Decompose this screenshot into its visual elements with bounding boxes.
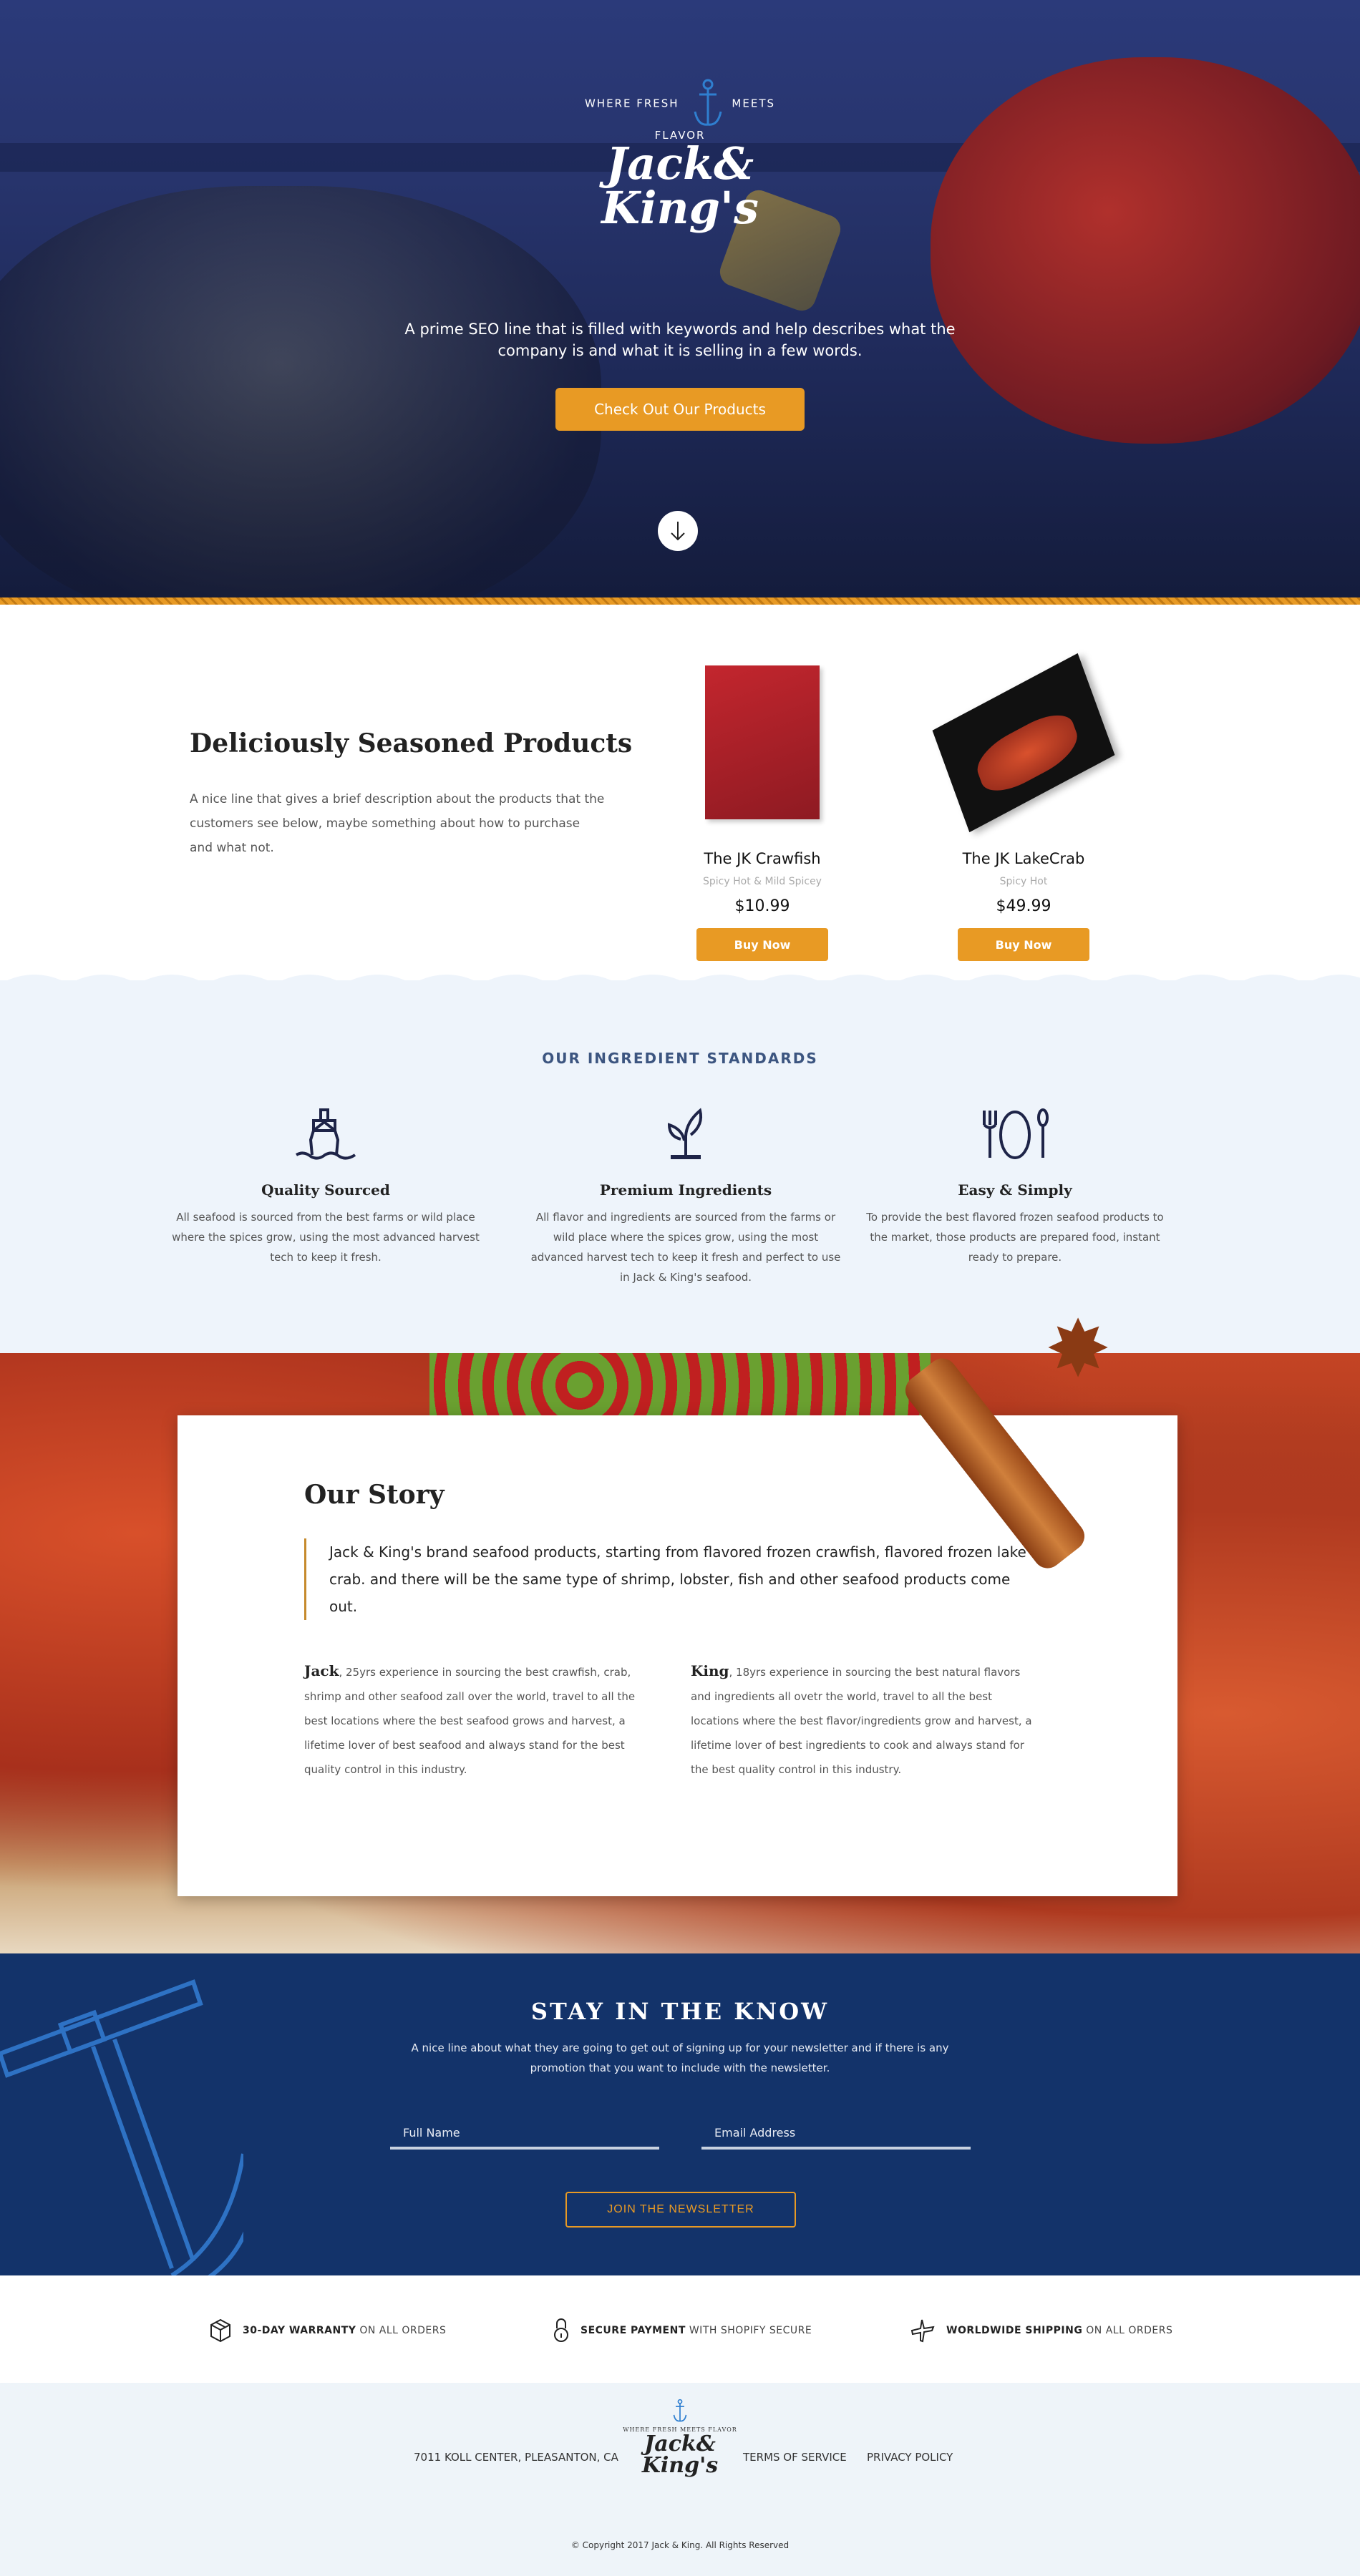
- bio-text: , 25yrs experience in sourcing the best …: [304, 1666, 636, 1776]
- arrow-down-icon: [671, 522, 685, 541]
- standard-text: All seafood is sourced from the best far…: [172, 1211, 480, 1264]
- ship-icon: [295, 1108, 356, 1160]
- scroll-down-button[interactable]: [658, 511, 698, 551]
- bio-jack: Jack, 25yrs experience in sourcing the b…: [304, 1659, 648, 1782]
- product-image-lakecrab[interactable]: [932, 653, 1115, 832]
- bio-name: King: [691, 1662, 729, 1679]
- hero-background-net: [0, 186, 601, 597]
- sprout-icon: [667, 1108, 703, 1159]
- feature-secure-payment: SECURE PAYMENT WITH SHOPIFY SECURE: [553, 2318, 812, 2343]
- product-image-crawfish[interactable]: [705, 665, 820, 819]
- product-name[interactable]: The JK LakeCrab: [916, 850, 1131, 867]
- dining-icon: [983, 1108, 1049, 1159]
- standard-premium-ingredients: Premium Ingredients All flavor and ingre…: [528, 1108, 843, 1287]
- standard-title: Easy & Simply: [958, 1181, 1072, 1199]
- newsletter-description: A nice line about what they are going to…: [411, 2041, 949, 2074]
- standard-text: All flavor and ingredients are sourced f…: [530, 1211, 841, 1284]
- plane-icon: [910, 2319, 935, 2343]
- story-quote: Jack & King's brand seafood products, st…: [304, 1538, 1034, 1620]
- bio-text: , 18yrs experience in sourcing the best …: [691, 1666, 1032, 1776]
- copyright: © Copyright 2017 Jack & King. All Rights…: [570, 2540, 790, 2550]
- feature-bold: 30-DAY WARRANTY: [243, 2325, 356, 2336]
- logo-arc-left: WHERE FRESH: [584, 97, 679, 110]
- standards-heading: OUR INGREDIENT STANDARDS: [542, 1050, 818, 1067]
- feature-text: ON ALL ORDERS: [356, 2325, 447, 2336]
- full-name-input[interactable]: [390, 2118, 659, 2150]
- rope-divider: [0, 597, 1360, 605]
- star-anise-icon: ✸: [1045, 1303, 1112, 1395]
- standard-title: Premium Ingredients: [599, 1181, 772, 1199]
- hero-tagline: A prime SEO line that is filled with key…: [404, 321, 956, 359]
- lock-icon: [554, 2318, 568, 2342]
- product-subtitle: Spicy Hot: [999, 876, 1048, 887]
- footer-logo-line2: King's: [641, 2453, 719, 2478]
- logo-name-line1: Jack&: [606, 137, 754, 190]
- anchor-icon: [673, 2399, 687, 2422]
- feature-text: WITH SHOPIFY SECURE: [685, 2325, 812, 2336]
- peppers-image: [429, 1353, 931, 1418]
- terms-of-service-link[interactable]: TERMS OF SERVICE: [743, 2451, 847, 2464]
- standard-title: Quality Sourced: [261, 1181, 390, 1199]
- feature-text: ON ALL ORDERS: [1082, 2325, 1173, 2336]
- logo-name-line2: King's: [601, 182, 759, 234]
- join-newsletter-button[interactable]: JOIN THE NEWSLETTER: [565, 2192, 796, 2228]
- feature-worldwide-shipping: WORLDWIDE SHIPPING ON ALL ORDERS: [910, 2318, 1172, 2343]
- wave-divider: [0, 975, 1360, 998]
- footer-logo-line1: Jack&: [644, 2431, 716, 2457]
- standard-text: To provide the best flavored frozen seaf…: [866, 1211, 1164, 1264]
- check-out-products-button[interactable]: Check Out Our Products: [555, 388, 805, 431]
- email-input[interactable]: [701, 2118, 971, 2150]
- bio-king: King, 18yrs experience in sourcing the b…: [691, 1659, 1034, 1782]
- privacy-policy-link[interactable]: PRIVACY POLICY: [867, 2451, 953, 2464]
- feature-bold: SECURE PAYMENT: [581, 2325, 686, 2336]
- product-subtitle: Spicy Hot & Mild Spicey: [703, 876, 822, 887]
- hero-background-lantern: [931, 57, 1360, 444]
- product-card: The JK LakeCrab Spicy Hot $49.99 Buy Now: [916, 653, 1131, 961]
- box-icon: [210, 2318, 230, 2343]
- newsletter-heading: STAY IN THE KNOW: [530, 1998, 830, 2025]
- standard-quality-sourced: Quality Sourced All seafood is sourced f…: [168, 1108, 483, 1267]
- footer-logo[interactable]: WHERE FRESH MEETS FLAVOR Jack& King's: [623, 2399, 737, 2477]
- buy-now-button[interactable]: Buy Now: [696, 928, 828, 961]
- footer-address: 7011 KOLL CENTER, PLEASANTON, CA: [414, 2451, 618, 2464]
- hero-logo: WHERE FRESH MEETS FLAVOR Jack& King's: [573, 79, 787, 265]
- products-heading: Deliciously Seasoned Products: [190, 728, 633, 758]
- bio-name: Jack: [304, 1662, 339, 1679]
- standard-easy-simply: Easy & Simply To provide the best flavor…: [858, 1108, 1172, 1267]
- feature-warranty: 30-DAY WARRANTY ON ALL ORDERS: [210, 2318, 446, 2343]
- product-price: $49.99: [996, 897, 1051, 915]
- product-card: The JK Crawfish Spicy Hot & Mild Spicey …: [655, 662, 870, 961]
- story-heading: Our Story: [304, 1480, 445, 1510]
- buy-now-button[interactable]: Buy Now: [958, 928, 1089, 961]
- product-price: $10.99: [734, 897, 790, 915]
- product-name[interactable]: The JK Crawfish: [655, 850, 870, 867]
- anchor-icon: [694, 79, 722, 126]
- feature-bold: WORLDWIDE SHIPPING: [946, 2325, 1083, 2336]
- products-description: A nice line that gives a brief descripti…: [190, 792, 605, 855]
